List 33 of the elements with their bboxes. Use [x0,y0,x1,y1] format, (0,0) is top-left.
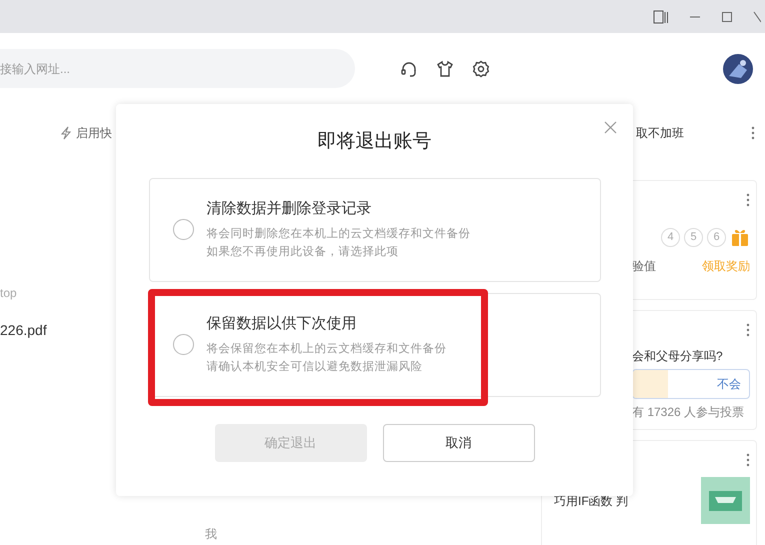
more-icon[interactable] [751,126,755,140]
avatar[interactable] [723,54,753,84]
quick-access-link[interactable]: 启用快 [76,124,112,142]
poll-option: 不会 [717,375,741,393]
option-description: 将会保留您在本机上的云文档缓存和文件备份 [206,342,446,358]
option-title: 保留数据以供下次使用 [206,314,358,334]
option-description: 请确认本机安全可信以避免数据泄漏风险 [206,360,424,376]
dialog-title: 即将退出账号 [318,130,432,154]
logout-option[interactable]: 清除数据并删除登录记录 将会同时删除您在本机上的云文档缓存和文件备份 如果您不再使用此设备，请选择此项 [148,178,600,282]
more-icon[interactable] [746,453,750,467]
more-icon[interactable] [746,193,750,207]
more-icon[interactable] [746,323,750,337]
radio-button[interactable] [172,219,194,240]
vote-count: 有 17326 人参与投票 [632,404,746,421]
poll-question: 会和父母分享吗? [632,348,724,365]
option-description: 将会同时删除您在本机上的云文档缓存和文件备份 [206,226,470,242]
gift-icon [730,227,750,247]
card-title: 取不加班 [636,125,684,142]
address-field[interactable]: 接输入网址... [0,49,355,88]
radio-button[interactable] [172,334,194,355]
poll-bar[interactable]: 不会 [632,369,750,399]
sidebar-toggle-icon[interactable] [653,10,669,24]
card-caption: 验值 [632,258,656,275]
cancel-button[interactable]: 取消 [382,424,534,462]
settings-icon[interactable] [472,60,490,78]
file-owner: 我 [205,526,218,543]
lightning-icon [60,126,72,140]
option-description: 如果您不再使用此设备，请选择此项 [206,244,400,260]
option-title: 清除数据并删除登录记录 [206,198,372,219]
maximize-icon[interactable] [721,10,733,22]
headset-icon[interactable] [400,60,418,78]
folder-path: top [0,285,18,302]
shirt-icon[interactable] [436,60,454,78]
